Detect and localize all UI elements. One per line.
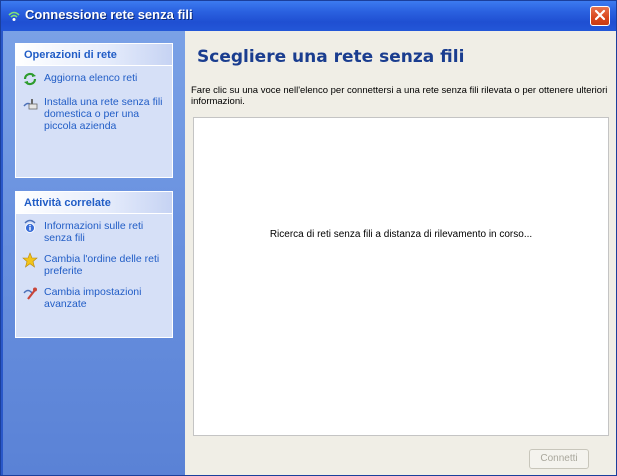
network-list[interactable]: Ricerca di reti senza fili a distanza di… <box>193 117 609 436</box>
instruction-text: Fare clic su una voce nell'elenco per co… <box>191 85 608 107</box>
setup-home-network-link[interactable]: Installa una rete senza fili domestica o… <box>22 96 166 132</box>
main-content: Scegliere una rete senza fili Fare clic … <box>185 31 616 475</box>
panel-title-related-tasks: Attività correlate <box>16 192 172 214</box>
refresh-network-list-link[interactable]: Aggiorna elenco reti <box>22 72 166 87</box>
star-icon <box>22 252 38 268</box>
advanced-settings-link[interactable]: Cambia impostazioni avanzate <box>22 286 166 310</box>
task-pane: Operazioni di rete Aggiorna elenco reti <box>3 31 185 475</box>
network-tasks-panel: Operazioni di rete Aggiorna elenco reti <box>15 43 173 178</box>
task-label: Cambia impostazioni avanzate <box>44 286 142 310</box>
refresh-icon <box>22 71 38 87</box>
wireless-info-link[interactable]: Informazioni sulle reti senza fili <box>22 219 166 244</box>
related-tasks-panel: Attività correlate Informazioni sulle re… <box>15 191 173 338</box>
close-icon <box>594 9 606 24</box>
wireless-network-icon <box>7 9 21 23</box>
task-label: Installa una rete senza fili domestica o… <box>44 96 163 132</box>
search-status-text: Ricerca di reti senza fili a distanza di… <box>269 229 533 240</box>
change-preferred-order-link[interactable]: Cambia l'ordine delle reti preferite <box>22 252 166 277</box>
close-button[interactable] <box>590 6 610 26</box>
title-bar[interactable]: Connessione rete senza fili <box>1 1 616 31</box>
task-label: Informazioni sulle reti senza fili <box>44 220 144 244</box>
connect-button[interactable]: Connetti <box>529 449 589 469</box>
setup-network-icon <box>22 95 38 111</box>
task-label: Cambia l'ordine delle reti preferite <box>44 253 160 277</box>
task-label: Aggiorna elenco reti <box>44 72 138 84</box>
settings-icon <box>22 285 38 301</box>
wireless-connection-window: Connessione rete senza fili Operazioni d… <box>0 0 617 476</box>
page-title: Scegliere una rete senza fili <box>197 47 465 67</box>
panel-title-network-tasks: Operazioni di rete <box>16 44 172 66</box>
window-title: Connessione rete senza fili <box>25 7 193 22</box>
info-icon <box>22 219 38 235</box>
